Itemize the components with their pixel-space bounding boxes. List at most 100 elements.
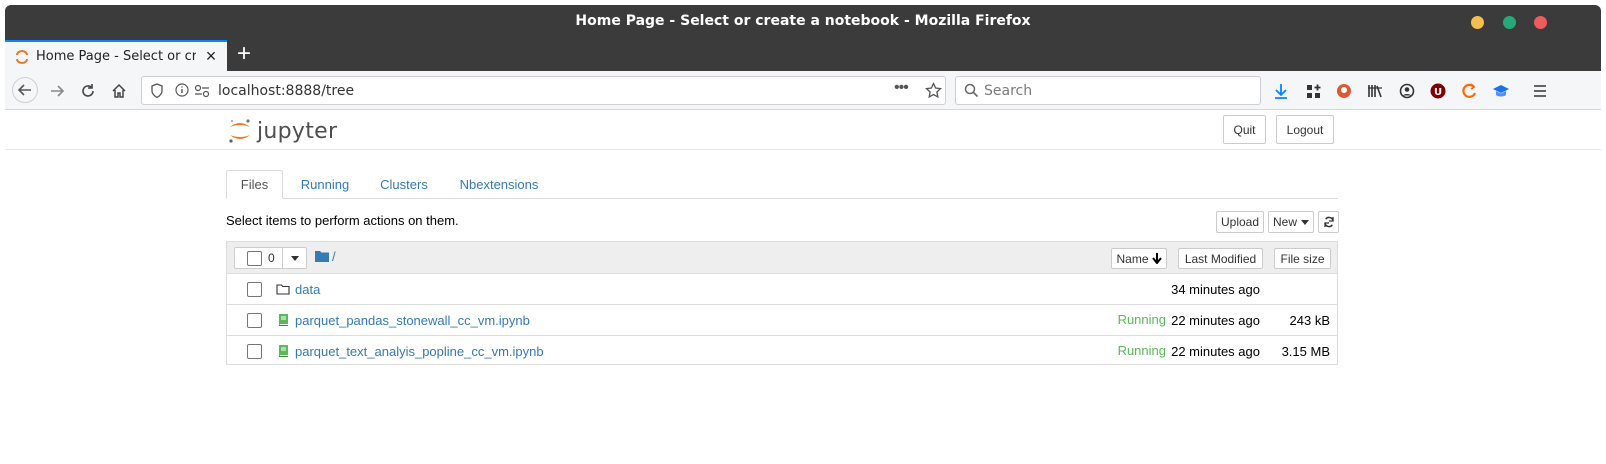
sort-by-size-button[interactable]: File size [1274, 248, 1331, 269]
jupyter-favicon-icon [16, 50, 28, 64]
graduation-cap-icon [1493, 85, 1509, 97]
new-tab-button[interactable]: + [231, 42, 257, 68]
sort-by-modified-button[interactable]: Last Modified [1178, 248, 1263, 269]
refresh-icon [1323, 216, 1334, 228]
item-modified: 34 minutes ago [1171, 282, 1260, 297]
download-arrow-icon [1275, 84, 1287, 99]
site-info-icon[interactable] [175, 83, 189, 97]
ninja-extension-icon [1462, 83, 1477, 98]
window-titlebar: Home Page - Select or create a notebook … [5, 5, 1601, 38]
library-icon [1368, 85, 1382, 98]
tab-nbextensions[interactable]: Nbextensions [452, 170, 546, 199]
item-name-link[interactable]: parquet_pandas_stonewall_cc_vm.ipynb [295, 313, 530, 328]
tab-files[interactable]: Files [226, 170, 283, 199]
name-column-label: Name [1116, 251, 1149, 266]
forward-button[interactable] [45, 79, 69, 103]
tracking-protection-icon[interactable] [150, 83, 164, 99]
selected-count: 0 [268, 251, 275, 265]
logout-button[interactable]: Logout [1276, 115, 1334, 144]
new-button-label: New [1272, 215, 1297, 229]
graduation-extension-button[interactable] [1489, 79, 1513, 103]
caret-down-icon [1301, 219, 1309, 225]
item-checkbox[interactable] [247, 282, 262, 297]
hamburger-menu-icon [1534, 85, 1546, 97]
caret-down-icon [291, 255, 299, 261]
item-checkbox[interactable] [247, 344, 262, 359]
permissions-icon[interactable] [194, 84, 210, 98]
page-actions-icon[interactable]: ••• [894, 79, 909, 97]
item-modified: 22 minutes ago [1171, 344, 1260, 359]
running-status: Running [1117, 312, 1166, 327]
duckduckgo-icon [1337, 84, 1351, 98]
reload-icon [82, 84, 94, 97]
breadcrumb-root[interactable]: / [332, 249, 336, 264]
folder-icon[interactable] [315, 250, 329, 262]
selection-dropdown-button[interactable] [282, 248, 307, 268]
item-checkbox[interactable] [247, 313, 262, 328]
item-size: 3.15 MB [1281, 344, 1330, 359]
home-icon [112, 83, 126, 98]
ninja-extension-button[interactable] [1457, 79, 1481, 103]
upload-button[interactable]: Upload [1216, 211, 1264, 233]
reload-button[interactable] [76, 79, 100, 103]
file-list: 0 / Name Last Modified File size data 34… [226, 241, 1338, 365]
ublock-origin-button[interactable]: U [1426, 79, 1450, 103]
library-button[interactable] [1363, 79, 1387, 103]
select-all-checkbox[interactable] [247, 251, 262, 266]
select-all-group: 0 [234, 247, 307, 269]
selection-hint: Select items to perform actions on them. [226, 213, 459, 228]
new-dropdown-button[interactable]: New [1268, 211, 1314, 233]
extension-grid-button[interactable] [1301, 79, 1325, 103]
tab-title: Home Page - Select or create a notebook [36, 49, 196, 64]
url-text: localhost:8888/tree [218, 83, 355, 99]
extension-grid-icon [1306, 84, 1320, 98]
back-arrow-icon [17, 84, 31, 96]
running-status: Running [1117, 343, 1166, 358]
downloads-button[interactable] [1269, 79, 1293, 103]
file-list-header: 0 / Name Last Modified File size [227, 242, 1337, 274]
item-name-link[interactable]: parquet_text_analyis_popline_cc_vm.ipynb [295, 344, 544, 359]
navigation-bar: localhost:8888/tree ••• U [5, 71, 1601, 110]
address-bar[interactable]: localhost:8888/tree ••• [141, 76, 946, 105]
jupyter-logo[interactable]: jupyter [227, 116, 337, 146]
notebook-icon [279, 314, 288, 326]
list-item[interactable]: parquet_pandas_stonewall_cc_vm.ipynb Run… [227, 304, 1337, 335]
window-title: Home Page - Select or create a notebook … [575, 13, 1031, 29]
svg-text:U: U [1434, 87, 1442, 98]
minimize-button[interactable] [1471, 16, 1484, 29]
search-icon [964, 83, 979, 98]
bookmark-star-icon[interactable] [925, 82, 942, 99]
refresh-button[interactable] [1318, 211, 1339, 233]
search-input[interactable] [984, 81, 1244, 101]
forward-arrow-icon [51, 85, 65, 97]
tab-strip: Home Page - Select or create a notebook … [5, 38, 1601, 71]
list-item[interactable]: data 34 minutes ago [227, 274, 1337, 305]
tab-running[interactable]: Running [290, 170, 360, 199]
arrow-down-icon [1151, 253, 1162, 264]
sort-by-name-button[interactable]: Name [1111, 248, 1167, 269]
close-window-button[interactable] [1534, 16, 1547, 29]
account-icon [1399, 83, 1415, 99]
jupyter-tabs: Files Running Clusters Nbextensions [226, 170, 1338, 199]
jupyter-logo-text: jupyter [257, 118, 338, 144]
search-bar[interactable] [955, 76, 1261, 105]
quit-button[interactable]: Quit [1223, 115, 1266, 144]
back-button[interactable] [12, 77, 38, 103]
tab-clusters[interactable]: Clusters [371, 170, 437, 199]
maximize-button[interactable] [1503, 16, 1516, 29]
jupyter-header: jupyter Quit Logout [5, 110, 1601, 150]
notebook-icon [279, 345, 288, 357]
close-tab-icon[interactable]: × [201, 46, 221, 66]
list-item[interactable]: parquet_text_analyis_popline_cc_vm.ipynb… [227, 335, 1337, 366]
item-modified: 22 minutes ago [1171, 313, 1260, 328]
ublock-origin-icon: U [1430, 83, 1446, 99]
account-button[interactable] [1395, 79, 1419, 103]
home-button[interactable] [107, 79, 131, 103]
folder-outline-icon [276, 284, 290, 295]
jupyter-logo-icon [229, 119, 250, 143]
browser-tab[interactable]: Home Page - Select or create a notebook … [5, 40, 227, 71]
item-name-link[interactable]: data [295, 282, 320, 297]
item-size: 243 kB [1289, 313, 1330, 328]
duckduckgo-extension-button[interactable] [1332, 79, 1356, 103]
hamburger-menu-button[interactable] [1528, 79, 1552, 103]
